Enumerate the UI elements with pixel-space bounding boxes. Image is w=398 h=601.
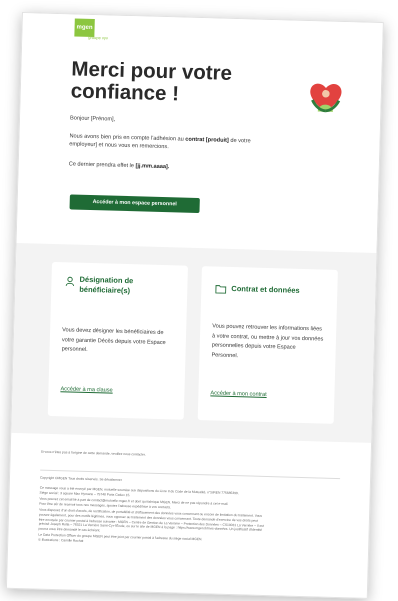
- beneficiary-card-text: Vous devez désigner les bénéficiaires de…: [61, 327, 166, 354]
- intro-paragraph: Nous avons bien pris en compte l'adhésio…: [69, 133, 251, 151]
- beneficiary-card: Désignation de bénéficiaire(s) Vous deve…: [47, 261, 188, 420]
- effect-date: [jj.mm.aaaa].: [135, 163, 170, 171]
- personal-space-button[interactable]: Accéder à mon espace personnel: [69, 194, 200, 214]
- contact-notice: Si vous n'êtes pas à l'origine de cette …: [40, 449, 146, 457]
- contract-name: contrat [produit]: [185, 136, 229, 144]
- my-clause-link[interactable]: Accéder à ma clause: [60, 386, 112, 393]
- heart-hug-illustration-icon: [310, 83, 342, 113]
- legal-text: Ce message vous a été envoyé par MGEN, m…: [38, 485, 264, 543]
- logo-tagline: groupe vyv: [88, 34, 108, 41]
- email-card: mgen groupe vyv Merci pour votre confian…: [5, 12, 384, 599]
- contract-card-title: Contrat et données: [231, 283, 300, 295]
- effect-date-text: Ce dernier prendra effet le [jj.mm.aaaa]…: [68, 161, 170, 171]
- page-title: Merci pour votre confiance !: [70, 57, 233, 106]
- contract-card-text: Vous pouvez retrouver les informations l…: [211, 323, 324, 359]
- beneficiary-card-title: Désignation de bénéficiaire(s): [79, 274, 134, 295]
- my-contract-link[interactable]: Accéder à mon contrat: [210, 390, 266, 398]
- email-header: mgen groupe vyv Merci pour votre confian…: [16, 13, 383, 253]
- person-icon: [65, 276, 75, 287]
- folder-icon: [215, 285, 227, 294]
- page: mgen groupe vyv Merci pour votre confian…: [0, 0, 398, 601]
- contract-card: Contrat et données Vous pouvez retrouver…: [197, 266, 338, 424]
- greeting-text: Bonjour [Prénom],: [69, 115, 116, 123]
